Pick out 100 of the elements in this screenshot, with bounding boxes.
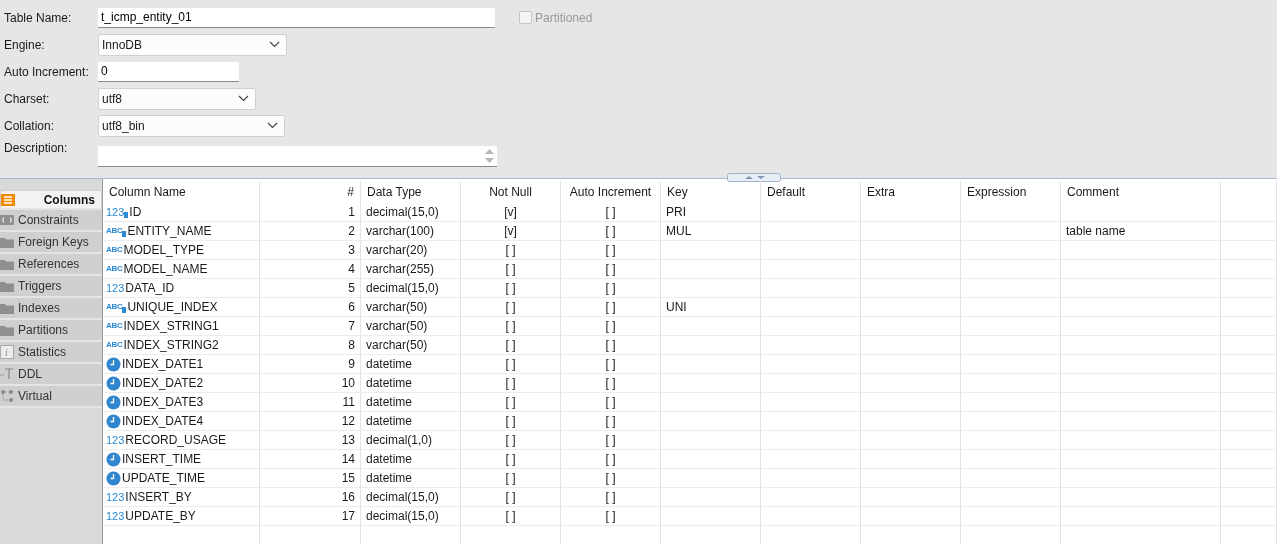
column-header[interactable]: Not Null bbox=[461, 181, 561, 203]
text-icon: ABC bbox=[106, 244, 123, 256]
table-cell: 3 bbox=[260, 241, 361, 260]
field-label: Description: bbox=[4, 141, 69, 155]
column-header[interactable]: Auto Increment bbox=[561, 181, 661, 203]
table-cell: datetime bbox=[361, 393, 461, 412]
field-label: Collation: bbox=[4, 118, 56, 133]
splitter-handle[interactable] bbox=[726, 173, 781, 182]
column-name: INDEX_DATE2 bbox=[122, 376, 204, 390]
table-cell: decimal(15,0) bbox=[361, 507, 461, 526]
folder-icon bbox=[0, 280, 14, 292]
table-cell: 2 bbox=[260, 222, 361, 241]
column-name: INSERT_TIME bbox=[122, 452, 202, 466]
table-cell bbox=[1221, 222, 1277, 241]
column-header[interactable]: # bbox=[260, 181, 361, 203]
table-cell bbox=[1221, 336, 1277, 355]
table-cell: [ ] bbox=[561, 355, 661, 374]
table-cell: varchar(255) bbox=[361, 260, 461, 279]
column-header[interactable]: Extra bbox=[861, 181, 961, 203]
table-cell bbox=[1221, 279, 1277, 298]
number-key-icon: 123 bbox=[106, 206, 129, 218]
side-tab[interactable]: DDL bbox=[0, 364, 102, 386]
table-cell bbox=[1221, 507, 1277, 526]
column-name: UPDATE_BY bbox=[125, 509, 196, 523]
table-cell: varchar(20) bbox=[361, 241, 461, 260]
engine-dropdown[interactable]: InnoDB bbox=[98, 33, 287, 56]
table-cell bbox=[1221, 488, 1277, 507]
table-cell: [ ] bbox=[561, 431, 661, 450]
column-name: INDEX_STRING1 bbox=[123, 319, 219, 333]
info-icon: i bbox=[0, 345, 14, 359]
table-cell bbox=[1221, 412, 1277, 431]
side-tab[interactable]: i Statistics bbox=[0, 342, 102, 364]
table-cell: 13 bbox=[260, 431, 361, 450]
table-cell: [ ] bbox=[561, 241, 661, 260]
text-icon: ABC bbox=[106, 263, 123, 275]
charset-dropdown[interactable]: utf8 bbox=[98, 87, 256, 110]
table-cell: 14 bbox=[260, 450, 361, 469]
table-name-field[interactable]: t_icmp_entity_01 bbox=[98, 7, 495, 28]
auto-increment-field[interactable]: 0 bbox=[98, 61, 239, 82]
column-name: UPDATE_TIME bbox=[122, 471, 206, 485]
table-cell bbox=[1221, 469, 1277, 488]
side-tab[interactable]: Columns bbox=[0, 190, 102, 210]
side-tab[interactable]: References bbox=[0, 254, 102, 276]
table-cell: 9 bbox=[260, 355, 361, 374]
table-cell: 11 bbox=[260, 393, 361, 412]
chevron-icon bbox=[267, 122, 278, 129]
column-header[interactable]: Default bbox=[761, 181, 861, 203]
side-tab[interactable]: Virtual bbox=[0, 386, 102, 408]
table-cell: [ ] bbox=[561, 203, 661, 222]
table-cell: [ ] bbox=[561, 507, 661, 526]
column-name: INSERT_BY bbox=[125, 490, 192, 504]
side-tab[interactable]: Triggers bbox=[0, 276, 102, 298]
table-cell: varchar(100) bbox=[361, 222, 461, 241]
text-key-icon: ABC bbox=[106, 301, 127, 313]
table-cell: decimal(1,0) bbox=[361, 431, 461, 450]
side-tab[interactable]: Constraints bbox=[0, 210, 102, 232]
table-cell: [ ] bbox=[461, 241, 561, 260]
table-cell: MUL bbox=[661, 222, 761, 241]
brackets-icon bbox=[0, 215, 14, 225]
table-cell: 5 bbox=[260, 279, 361, 298]
table-cell: [ ] bbox=[461, 507, 561, 526]
table-cell: 17 bbox=[260, 507, 361, 526]
table-cell: [ ] bbox=[561, 298, 661, 317]
column-name: INDEX_DATE1 bbox=[122, 357, 204, 371]
collation-dropdown[interactable]: utf8_bin bbox=[98, 114, 285, 137]
table-cell: 8 bbox=[260, 336, 361, 355]
text-icon: ABC bbox=[106, 339, 123, 351]
table-cell: [ ] bbox=[461, 279, 561, 298]
table-cell bbox=[1221, 393, 1277, 412]
table-cell bbox=[1221, 355, 1277, 374]
spinner-icon bbox=[484, 148, 495, 164]
table-cell: [ ] bbox=[461, 317, 561, 336]
description-field[interactable] bbox=[98, 146, 497, 167]
column-header[interactable]: Comment bbox=[1061, 181, 1221, 203]
table-cell: [ ] bbox=[561, 412, 661, 431]
column-header[interactable]: Expression bbox=[961, 181, 1061, 203]
column-header[interactable]: Column Name bbox=[103, 181, 260, 203]
table-cell: decimal(15,0) bbox=[361, 279, 461, 298]
column-header[interactable]: Data Type bbox=[361, 181, 461, 203]
text-key-icon: ABC bbox=[106, 225, 127, 237]
side-tab[interactable]: Foreign Keys bbox=[0, 232, 102, 254]
table-cell: decimal(15,0) bbox=[361, 488, 461, 507]
column-name: INDEX_STRING2 bbox=[123, 338, 219, 352]
folder-icon bbox=[0, 302, 14, 314]
field-label: Auto Increment: bbox=[4, 64, 90, 79]
table-cell: 15 bbox=[260, 469, 361, 488]
field-label: Table Name: bbox=[4, 10, 73, 25]
table-cell: [v] bbox=[461, 203, 561, 222]
table-cell: [ ] bbox=[561, 260, 661, 279]
table-cell: [ ] bbox=[561, 450, 661, 469]
text-tool-icon bbox=[0, 368, 14, 380]
table-cell: datetime bbox=[361, 355, 461, 374]
side-tab[interactable]: Partitions bbox=[0, 320, 102, 342]
table-cell: [ ] bbox=[461, 469, 561, 488]
table-cell: varchar(50) bbox=[361, 336, 461, 355]
folder-icon bbox=[0, 236, 14, 248]
column-header[interactable]: Key bbox=[661, 181, 761, 203]
table-cell: [ ] bbox=[461, 260, 561, 279]
column-name: MODEL_NAME bbox=[123, 262, 208, 276]
side-tab[interactable]: Indexes bbox=[0, 298, 102, 320]
